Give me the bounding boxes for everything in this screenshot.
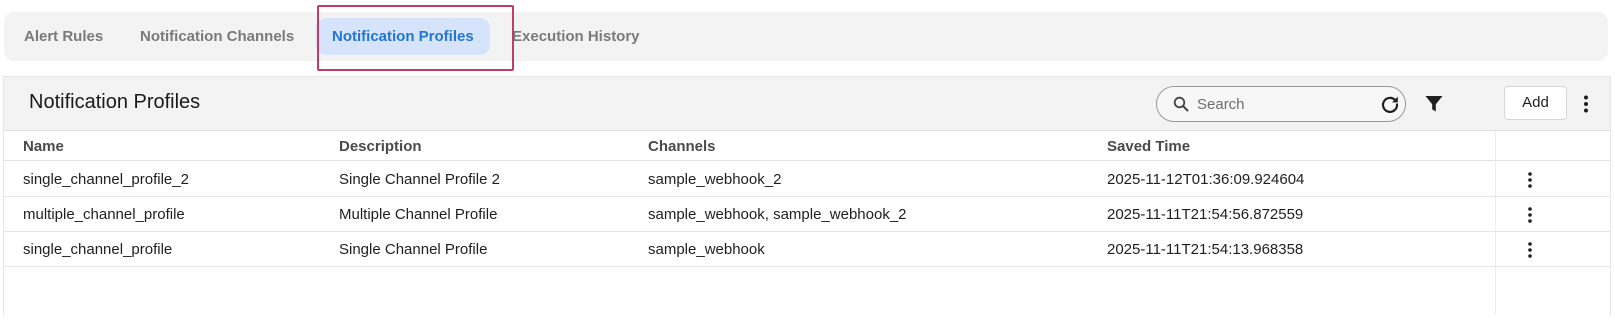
row-more-vertical-icon[interactable] [1524,171,1536,189]
search-icon [1173,96,1189,112]
panel-header: Notification Profiles Add [4,77,1610,131]
cell-saved-time: 2025-11-11T21:54:13.968358 [1107,241,1304,258]
cell-description: Single Channel Profile [339,241,488,258]
search-box[interactable] [1156,86,1406,122]
table-row[interactable]: single_channel_profile_2 Single Channel … [4,162,1610,197]
page-title: Notification Profiles [29,91,201,113]
add-button[interactable]: Add [1504,86,1567,120]
tab-alert-rules[interactable]: Alert Rules [24,18,103,55]
refresh-icon[interactable] [1378,92,1402,116]
table-row[interactable]: multiple_channel_profile Multiple Channe… [4,197,1610,232]
table-header: Name Description Channels Saved Time [4,131,1610,161]
cell-description: Single Channel Profile 2 [339,171,500,188]
table-row[interactable]: single_channel_profile Single Channel Pr… [4,232,1610,267]
tab-notification-channels[interactable]: Notification Channels [140,18,294,55]
column-header-saved-time[interactable]: Saved Time [1107,138,1190,155]
row-more-vertical-icon[interactable] [1524,241,1536,259]
column-header-name[interactable]: Name [23,138,64,155]
cell-description: Multiple Channel Profile [339,206,498,223]
row-more-vertical-icon[interactable] [1524,206,1536,224]
cell-channels: sample_webhook_2 [648,171,782,188]
more-vertical-icon[interactable] [1580,92,1592,116]
filter-icon[interactable] [1422,92,1446,116]
profiles-panel: Notification Profiles Add Name Descripti… [3,76,1611,316]
cell-name: multiple_channel_profile [23,206,185,223]
column-header-description[interactable]: Description [339,138,422,155]
tab-bar: Alert Rules Notification Channels Notifi… [4,12,1608,61]
cell-saved-time: 2025-11-11T21:54:56.872559 [1107,206,1304,223]
search-input[interactable] [1197,93,1397,115]
cell-channels: sample_webhook [648,241,765,258]
column-header-channels[interactable]: Channels [648,138,716,155]
tab-execution-history[interactable]: Execution History [512,18,640,55]
cell-name: single_channel_profile_2 [23,171,189,188]
cell-saved-time: 2025-11-12T01:36:09.924604 [1107,171,1305,188]
tab-notification-profiles[interactable]: Notification Profiles [316,18,490,55]
cell-channels: sample_webhook, sample_webhook_2 [648,206,907,223]
cell-name: single_channel_profile [23,241,173,258]
